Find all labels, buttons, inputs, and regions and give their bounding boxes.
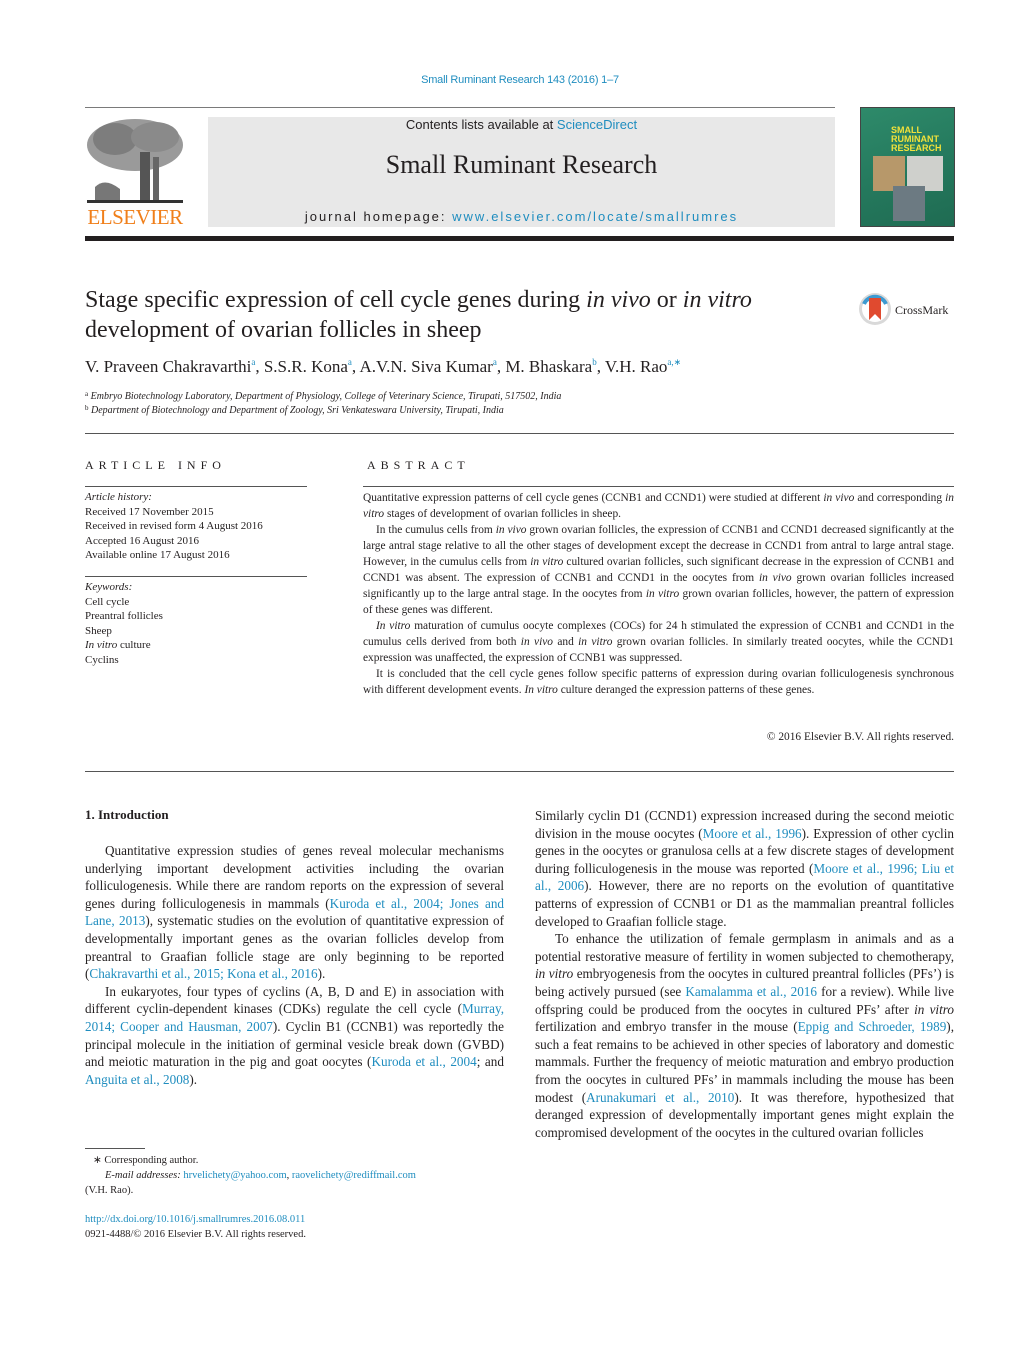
citation-link[interactable]: Eppig and Schroeder, 1989 (798, 1019, 947, 1034)
email-link[interactable]: raovelichety@rediffmail.com (292, 1170, 416, 1181)
divider (85, 576, 307, 577)
body-paragraph: To enhance the utilization of female ger… (535, 931, 954, 1140)
doi-link[interactable]: http://dx.doi.org/10.1016/j.smallrumres.… (85, 1214, 305, 1225)
body-column-right: Similarly cyclin D1 (CCND1) expression i… (535, 807, 954, 1141)
keywords-label: Keywords: (85, 581, 133, 593)
citation-link[interactable]: Chakravarthi et al., 2015; Kona et al., … (89, 966, 317, 981)
email-link[interactable]: hrvelichety@yahoo.com (183, 1170, 286, 1181)
affiliation-text: Embryo Biotechnology Laboratory, Departm… (90, 391, 562, 402)
author-name[interactable]: V.H. Rao (605, 357, 668, 376)
sciencedirect-link[interactable]: ScienceDirect (557, 117, 637, 132)
keyword: Cyclins (85, 653, 119, 666)
citation-link[interactable]: Kuroda et al., 2004; Jones and Lane, 201… (85, 896, 504, 929)
crossmark-label: CrossMark (895, 303, 949, 317)
affiliation: b Department of Biotechnology and Depart… (85, 404, 504, 416)
cover-title: SMALL RUMINANT RESEARCH (891, 126, 942, 153)
abstract-paragraph: In vitro maturation of cumulus oocyte co… (363, 620, 954, 664)
article-info-heading: ARTICLE INFO (85, 458, 226, 472)
crossmark-button[interactable]: CrossMark (858, 292, 958, 328)
history-item: Available online 17 August 2016 (85, 549, 230, 561)
article-title: Stage specific expression of cell cycle … (85, 285, 845, 345)
email-line: E-mail addresses: hrvelichety@yahoo.com,… (105, 1170, 416, 1181)
abstract-paragraph: In the cumulus cells from in vivo grown … (363, 524, 954, 616)
keyword: In vitro culture (85, 639, 151, 651)
divider (363, 486, 954, 487)
footnote-rule (85, 1148, 145, 1149)
article-history-label: Article history: (85, 491, 152, 503)
email-owner: (V.H. Rao). (85, 1185, 134, 1196)
history-item: Accepted 16 August 2016 (85, 534, 199, 547)
keyword: Cell cycle (85, 595, 130, 608)
doi-block: http://dx.doi.org/10.1016/j.smallrumres.… (85, 1212, 306, 1242)
elsevier-tree-icon (85, 117, 185, 205)
journal-reference-link[interactable]: Small Ruminant Research 143 (2016) 1–7 (0, 74, 1020, 86)
author-affil-marker[interactable]: a (348, 357, 352, 367)
keywords: Keywords: Cell cycle Preantral follicles… (85, 580, 307, 667)
journal-name: Small Ruminant Research (385, 150, 658, 179)
keyword: Preantral follicles (85, 610, 163, 622)
author-name[interactable]: V. Praveen Chakravarthi (85, 357, 251, 376)
article-history: Article history: Received 17 November 20… (85, 490, 307, 563)
divider (85, 771, 954, 772)
citation-link[interactable]: Arunakumari et al., 2010 (586, 1090, 734, 1105)
author-name[interactable]: A.V.N. Siva Kumar (359, 357, 492, 376)
title-text: or (650, 287, 683, 313)
history-item: Received in revised form 4 August 2016 (85, 520, 263, 532)
homepage-line: journal homepage: www.elsevier.com/locat… (208, 209, 835, 224)
issn-copyright: 0921-4488/© 2016 Elsevier B.V. All right… (85, 1229, 306, 1240)
header-rule (85, 107, 835, 108)
title-text: development of ovarian follicles in shee… (85, 317, 482, 343)
elsevier-wordmark: ELSEVIER (87, 205, 183, 229)
abstract-copyright: © 2016 Elsevier B.V. All rights reserved… (766, 731, 954, 743)
body-column-left: Quantitative expression studies of genes… (85, 842, 504, 1088)
citation-link[interactable]: Kuroda et al., 2004 (371, 1054, 476, 1069)
abstract-paragraph: Quantitative expression patterns of cell… (363, 492, 955, 520)
divider (85, 486, 307, 487)
author-affil-marker[interactable]: a (493, 357, 497, 367)
citation-link[interactable]: Anguita et al., 2008 (85, 1072, 189, 1087)
journal-homepage-link[interactable]: www.elsevier.com/locate/smallrumres (452, 209, 738, 224)
footnote: ∗ Corresponding author. E-mail addresses… (85, 1153, 505, 1198)
title-italic: in vitro (682, 287, 752, 313)
author-affil-marker[interactable]: a,∗ (667, 357, 681, 367)
author-name[interactable]: M. Bhaskara (505, 357, 592, 376)
contents-prefix: Contents lists available at (405, 117, 557, 132)
author-affil-marker[interactable]: a (251, 357, 255, 367)
abstract-heading: ABSTRACT (367, 458, 470, 472)
author-affil-marker[interactable]: b (592, 357, 597, 367)
corresponding-author-note: ∗ Corresponding author. (93, 1155, 199, 1166)
citation-link[interactable]: Moore et al., 1996 (703, 826, 802, 841)
homepage-prefix: journal homepage: (304, 209, 453, 224)
affiliation-marker: a (85, 390, 89, 398)
title-text: Stage specific expression of cell cycle … (85, 287, 587, 313)
title-italic: in vivo (586, 287, 651, 313)
header-thick-rule (85, 236, 954, 241)
cover-title-line: RESEARCH (891, 143, 942, 153)
journal-banner: Contents lists available at ScienceDirec… (208, 117, 835, 227)
affiliation-text: Department of Biotechnology and Departme… (91, 405, 504, 416)
citation-link[interactable]: Moore et al., 1996; Liu et al., 2006 (535, 861, 954, 894)
abstract-paragraph: It is concluded that the cell cycle gene… (363, 668, 954, 696)
keyword: Sheep (85, 624, 112, 637)
author-list: V. Praveen Chakravarthia, S.S.R. Konaa, … (85, 357, 682, 376)
contents-line: Contents lists available at ScienceDirec… (208, 117, 835, 132)
affiliation: a Embryo Biotechnology Laboratory, Depar… (85, 390, 561, 402)
affiliation-marker: b (85, 404, 89, 412)
citation-link[interactable]: Kamalamma et al., 2016 (685, 984, 817, 999)
journal-cover-image[interactable]: SMALL RUMINANT RESEARCH (860, 107, 955, 227)
crossmark-icon (859, 293, 891, 325)
body-paragraph: Similarly cyclin D1 (CCND1) expression i… (535, 808, 955, 929)
email-label: E-mail addresses: (105, 1170, 181, 1181)
body-paragraph: In eukaryotes, four types of cyclins (A,… (85, 983, 504, 1087)
section-heading-introduction: 1. Introduction (85, 807, 169, 822)
divider (85, 433, 954, 434)
elsevier-logo[interactable]: ELSEVIER (85, 117, 185, 229)
author-name[interactable]: S.S.R. Kona (264, 357, 348, 376)
abstract-body: Quantitative expression patterns of cell… (363, 490, 954, 698)
cover-photo-llama (893, 186, 925, 221)
citation-link[interactable]: Murray, 2014; Cooper and Hausman, 2007 (85, 1001, 504, 1034)
history-item: Received 17 November 2015 (85, 505, 214, 518)
body-paragraph: Quantitative expression studies of genes… (85, 843, 505, 982)
